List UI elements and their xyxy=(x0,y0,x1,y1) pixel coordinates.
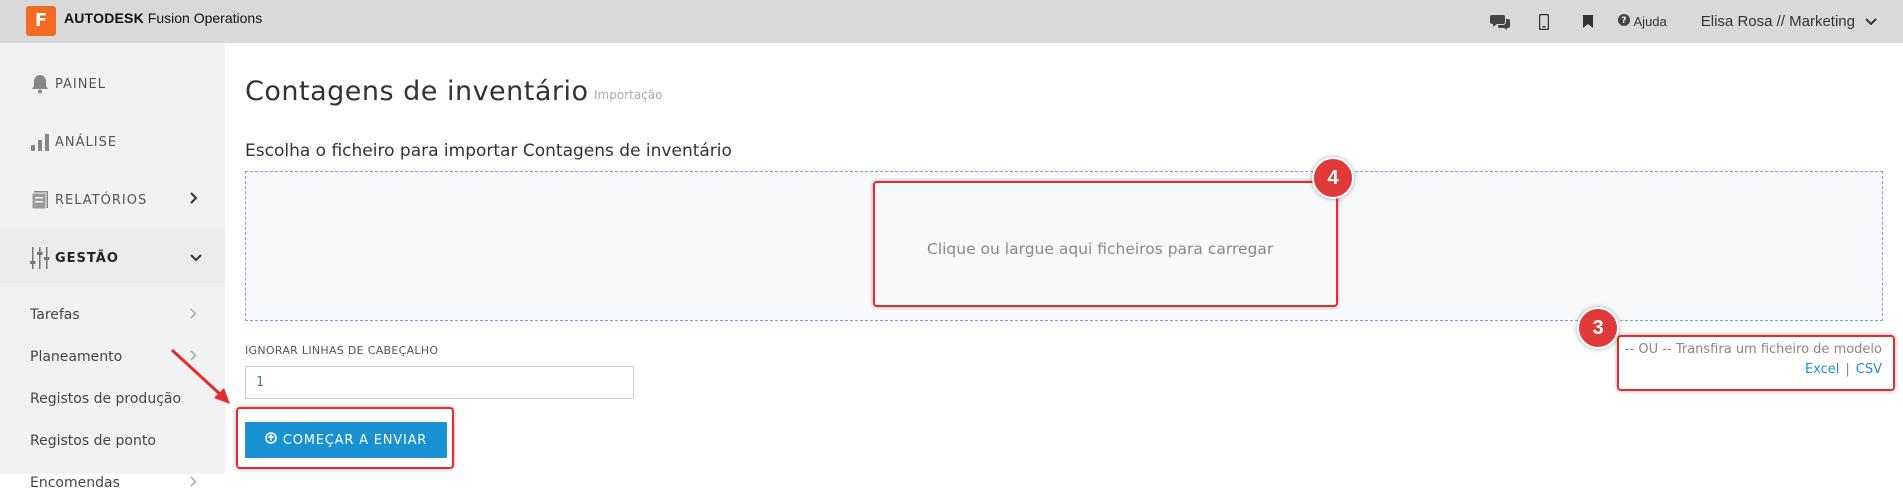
page-subtitle: Importação xyxy=(594,88,663,102)
sidebar-item-label: ANÁLISE xyxy=(55,134,118,150)
sidebar-item-painel[interactable]: PAINEL xyxy=(0,55,225,113)
subitem-label: Registos de ponto xyxy=(30,433,156,449)
annotation-box-dropzone xyxy=(873,181,1338,307)
sidebar-subitem-encomendas[interactable]: Encomendas xyxy=(0,462,225,504)
ignore-header-rows-input[interactable]: 1 xyxy=(245,366,634,399)
annotation-badge-4: 4 xyxy=(1312,157,1354,199)
user-menu[interactable]: Elisa Rosa // Marketing xyxy=(1701,13,1877,30)
sidebar-item-label: PAINEL xyxy=(55,76,106,92)
sidebar-item-label: GESTÃO xyxy=(55,250,119,266)
user-label: Elisa Rosa // Marketing xyxy=(1700,13,1855,30)
svg-text:?: ? xyxy=(1621,16,1626,26)
bookmark-icon[interactable] xyxy=(1566,0,1610,43)
choose-file-label: Escolha o ficheiro para importar Contage… xyxy=(245,141,732,161)
chevron-right-icon xyxy=(190,307,197,323)
sliders-icon xyxy=(29,247,51,269)
brand-name: AUTODESK Fusion Operations xyxy=(64,10,262,26)
chevron-down-icon xyxy=(1865,13,1877,30)
subitem-label: Registos de produção xyxy=(30,391,182,407)
help-label: Ajuda xyxy=(1633,14,1667,29)
sidebar-subitem-tarefas[interactable]: Tarefas xyxy=(0,294,225,336)
sidebar-item-analise[interactable]: ANÁLISE xyxy=(0,113,225,171)
annotation-box-template xyxy=(1617,335,1895,391)
brand-product: Fusion Operations xyxy=(147,10,263,26)
annotation-box-start-button xyxy=(236,407,454,469)
top-bar: F AUTODESK Fusion Operations ? Ajuda Eli… xyxy=(0,0,1903,43)
brand-bold: AUTODESK xyxy=(64,10,144,26)
help-icon: ? xyxy=(1617,14,1630,29)
bell-icon xyxy=(29,73,51,95)
header-actions: ? Ajuda Elisa Rosa // Marketing xyxy=(1478,0,1877,43)
annotation-badge-3: 3 xyxy=(1577,307,1619,349)
mobile-icon[interactable] xyxy=(1522,0,1566,43)
subitem-label: Encomendas xyxy=(30,475,120,491)
page-title: Contagens de inventário xyxy=(245,76,589,107)
bar-chart-icon xyxy=(29,131,51,153)
sidebar-subitem-registos-ponto[interactable]: Registos de ponto xyxy=(0,420,225,462)
help-link[interactable]: ? Ajuda xyxy=(1617,14,1667,29)
sidebar-item-label: RELATÓRIOS xyxy=(55,192,148,208)
ignore-header-rows-label: IGNORAR LINHAS DE CABEÇALHO xyxy=(245,344,439,357)
chevron-down-icon xyxy=(190,250,202,266)
sidebar-item-relatorios[interactable]: RELATÓRIOS xyxy=(0,171,225,229)
subitem-label: Tarefas xyxy=(30,307,80,323)
subitem-label: Planeamento xyxy=(30,349,123,365)
annotation-arrow-icon xyxy=(170,348,230,404)
sidebar-item-gestao[interactable]: GESTÃO xyxy=(0,229,225,287)
document-icon xyxy=(29,189,51,211)
fusion-logo-icon[interactable]: F xyxy=(26,6,56,36)
chevron-right-icon xyxy=(190,192,198,208)
chat-icon[interactable] xyxy=(1478,0,1522,43)
chevron-right-icon xyxy=(190,475,197,491)
